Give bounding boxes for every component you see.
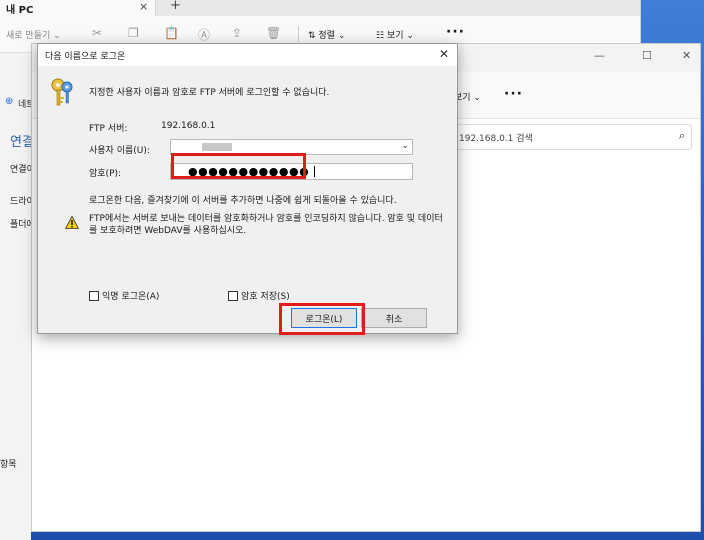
view-label: 보기 ⌄ (386, 31, 414, 41)
password-label: 암호(P): (89, 169, 122, 179)
username-label: 사용자 이름(U): (89, 146, 150, 156)
tab-my-pc[interactable]: 내 PC × (0, 0, 156, 16)
tab-bar: 내 PC × + (0, 0, 640, 16)
anonymous-logon-label: 익명 로그온(A) (102, 292, 160, 302)
view-button[interactable]: 보기 ⌄ (454, 90, 481, 103)
info-text: 로그온한 다음, 즐겨찾기에 이 서버를 추가하면 나중에 쉽게 되돌아올 수 … (89, 196, 397, 206)
password-highlight-box (171, 153, 306, 179)
sidebar-text-3: 폴더에 (10, 220, 32, 230)
minimize-icon[interactable]: — (594, 49, 605, 62)
chevron-down-icon[interactable]: ⌄ (401, 141, 409, 151)
cut-icon[interactable]: ✂ (92, 26, 102, 40)
server-value: 192.168.0.1 (161, 121, 216, 131)
username-redacted (202, 143, 232, 151)
sort-label: 정렬 ⌄ (318, 31, 346, 41)
sidebar-text-2: 드라이브 (10, 197, 32, 207)
delete-icon[interactable]: 🗑 (266, 26, 281, 40)
warning-text: FTP에서는 서버로 보내는 데이터를 암호화하거나 암호를 인코딩하지 않습니… (89, 214, 443, 236)
network-icon: ⊕ (5, 96, 14, 107)
checkbox-box[interactable] (228, 290, 238, 301)
cancel-button[interactable]: 취소 (361, 308, 427, 328)
search-icon[interactable]: ⌕ (679, 129, 685, 143)
new-button[interactable]: 새로 만들기 ⌄ (6, 28, 61, 41)
tab-close-icon[interactable]: × (139, 0, 148, 13)
save-password-label: 암호 저장(S) (241, 292, 290, 302)
tab-title: 내 PC (6, 5, 34, 16)
status-bar (0, 410, 31, 540)
sort-button[interactable]: ⇅ 정렬 ⌄ (308, 28, 345, 41)
sidebar-item-network[interactable]: 네트워크 (18, 97, 32, 110)
sort-icon: ⇅ (308, 31, 319, 41)
save-password-checkbox[interactable]: 암호 저장(S) (228, 289, 290, 302)
maximize-icon[interactable]: ☐ (642, 49, 652, 62)
warning-icon (65, 216, 79, 229)
search-input[interactable]: 192.168.0.1 검색 (459, 131, 533, 144)
login-highlight-box (279, 303, 365, 335)
more-options-button[interactable]: ··· (446, 24, 465, 40)
checkbox-box[interactable] (89, 290, 99, 301)
view-icon: ☷ (376, 31, 387, 41)
view-button[interactable]: ☷ 보기 ⌄ (376, 28, 414, 41)
keys-icon (51, 78, 73, 106)
dialog-title: 다음 이름으로 로그온 (45, 52, 126, 62)
paste-icon[interactable]: 📋 (164, 26, 179, 40)
item-count: 항목 (0, 460, 17, 470)
toolbar-divider (298, 26, 299, 42)
section-title: 연결 (10, 135, 32, 150)
sidebar-text-1: 연결이 (10, 165, 32, 175)
more-options-button[interactable]: ··· (504, 86, 523, 102)
search-box[interactable]: 192.168.0.1 검색 ⌕ (452, 124, 692, 150)
share-icon[interactable]: ⇪ (232, 26, 242, 40)
close-icon[interactable]: ✕ (439, 47, 449, 61)
text-caret (314, 166, 315, 177)
server-label: FTP 서버: (89, 124, 128, 134)
anonymous-logon-checkbox[interactable]: 익명 로그온(A) (89, 289, 159, 302)
new-tab-icon[interactable]: + (170, 0, 181, 13)
logon-dialog: 다음 이름으로 로그온 ✕ 지정한 사용자 이름과 암호로 FTP 서버에 로그… (37, 43, 458, 335)
copy-icon[interactable]: ❐ (128, 26, 139, 40)
dialog-titlebar: 다음 이름으로 로그온 ✕ (38, 44, 457, 66)
rename-icon[interactable]: Ⓐ (198, 26, 210, 43)
error-message: 지정한 사용자 이름과 암호로 FTP 서버에 로그인할 수 없습니다. (89, 88, 330, 98)
close-icon[interactable]: ✕ (682, 49, 691, 62)
